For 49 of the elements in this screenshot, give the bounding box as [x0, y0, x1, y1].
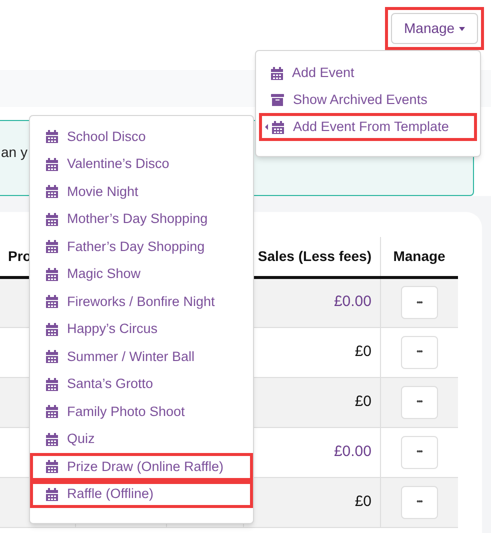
calendar-icon — [46, 240, 58, 254]
more-button[interactable]: ••• — [400, 436, 438, 468]
menu-item[interactable]: Add Event — [262, 62, 474, 84]
menu-item[interactable]: Santa’s Grotto — [33, 374, 250, 395]
calendar-icon — [46, 378, 58, 391]
menu-item[interactable]: Valentine’s Disco — [33, 154, 250, 175]
menu-item[interactable]: Add Event From Template — [262, 116, 474, 138]
column-header: Sales (Less fees) — [258, 248, 372, 264]
menu-item[interactable]: Family Photo Shoot — [33, 401, 250, 422]
calendar-icon — [46, 185, 58, 198]
more-button[interactable]: ••• — [400, 386, 438, 418]
alert-text: an y — [1, 144, 28, 160]
menu-item[interactable]: Magic Show — [33, 264, 250, 285]
calendar-icon — [46, 350, 58, 364]
calendar-icon — [46, 460, 58, 474]
calendar-icon — [46, 130, 58, 144]
caret-icon — [458, 26, 465, 30]
more-button[interactable]: ••• — [400, 486, 438, 518]
menu-item[interactable]: School Disco — [33, 126, 250, 148]
archive-box-icon — [271, 94, 284, 106]
menu-item[interactable]: Fireworks / Bonfire Night — [33, 291, 250, 312]
calendar-icon — [46, 212, 58, 226]
calendar-icon — [272, 120, 284, 134]
more-button[interactable]: ••• — [400, 336, 438, 368]
calendar-icon — [46, 158, 58, 171]
menu-item[interactable]: Quiz — [33, 428, 250, 450]
sales-amount: £0 — [354, 392, 372, 410]
calendar-icon — [46, 322, 58, 336]
menu-item[interactable]: Movie Night — [33, 181, 250, 202]
menu-item[interactable]: Mother’s Day Shopping — [33, 208, 250, 230]
sales-amount: £0 — [354, 342, 372, 360]
sales-amount: £0 — [354, 492, 372, 510]
calendar-icon — [46, 488, 58, 501]
menu-item[interactable]: Happy’s Circus — [33, 318, 250, 340]
calendar-icon — [271, 66, 283, 80]
sales-link[interactable]: £0.00 — [334, 293, 372, 310]
more-button[interactable]: ••• — [400, 286, 438, 319]
menu-item[interactable]: Father’s Day Shopping — [33, 236, 250, 258]
sales-link[interactable]: £0.00 — [334, 442, 372, 460]
menu-item[interactable]: Show Archived Events — [262, 89, 474, 111]
menu-item[interactable]: Raffle (Offline) — [33, 484, 250, 505]
manage-button[interactable]: Manage — [391, 13, 478, 44]
calendar-icon — [46, 432, 58, 446]
calendar-icon — [46, 295, 58, 308]
menu-item[interactable]: Summer / Winter Ball — [33, 346, 250, 368]
column-header: Manage — [393, 248, 446, 264]
calendar-icon — [46, 405, 58, 418]
calendar-icon — [46, 268, 58, 281]
menu-item[interactable]: Prize Draw (Online Raffle) — [33, 456, 250, 478]
